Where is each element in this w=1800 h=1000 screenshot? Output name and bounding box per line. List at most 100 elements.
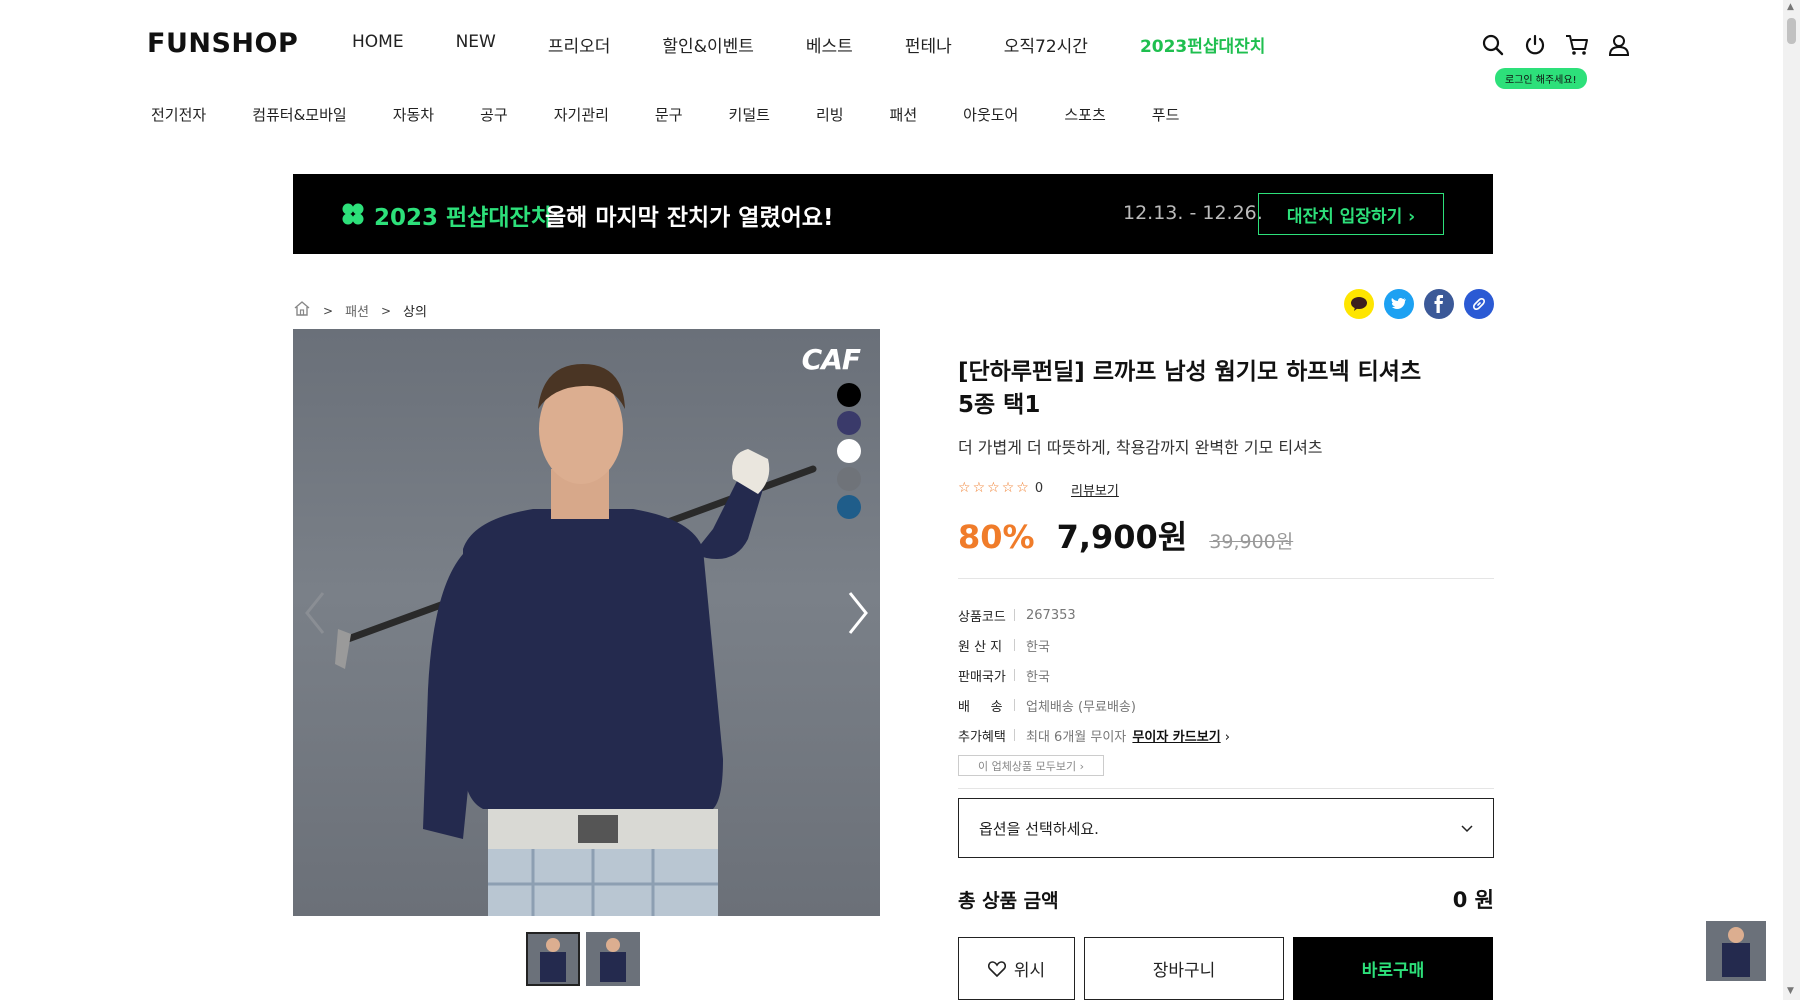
nav-new[interactable]: NEW [456,32,496,57]
discount-rate: 80% [958,518,1035,556]
nav-preorder[interactable]: 프리오더 [548,32,611,57]
divider [958,788,1494,789]
banner-title: 2023 펀샵대잔치 [374,205,552,231]
cat-living[interactable]: 리빙 [816,104,844,125]
installment-card-link[interactable]: 무이자 카드보기 [1132,730,1220,745]
star-icon: ☆ [987,480,1000,496]
power-icon[interactable] [1522,32,1548,58]
main-nav: HOME NEW 프리오더 할인&이벤트 베스트 펀테나 오직72시간 2023… [352,32,1265,57]
chevron-right-icon: › [1224,729,1230,745]
divider [1014,729,1015,741]
funshop-logo[interactable]: FUNSHOP [147,28,298,59]
option-placeholder: 옵션을 선택하세요. [979,819,1099,838]
info-key: 배 송 [958,699,1003,715]
original-price: 39,900원 [1209,531,1294,553]
banner-subtitle: 올해 마지막 잔치가 열렸어요! [545,205,834,231]
kakao-icon[interactable] [1344,289,1374,319]
share-buttons [1344,289,1494,319]
caf-brand-logo: CAF [801,343,861,376]
heart-icon [987,960,1006,977]
chevron-right-icon: > [323,303,334,318]
wish-button[interactable]: 위시 [958,937,1075,1000]
cart-icon[interactable] [1564,32,1590,58]
home-icon[interactable] [293,300,311,321]
rating-stars: ☆ ☆ ☆ ☆ ☆ 0 [958,480,1043,496]
facebook-icon[interactable] [1424,289,1454,319]
cat-selfcare[interactable]: 자기관리 [554,104,609,125]
cat-electronics[interactable]: 전기전자 [151,104,206,125]
clover-icon [342,203,364,225]
info-value: 267353 [1026,607,1076,623]
scrollbar-thumb[interactable] [1787,18,1796,44]
chevron-down-icon [1461,819,1473,837]
cat-stationery[interactable]: 문구 [655,104,683,125]
breadcrumb-top[interactable]: 상의 [403,301,427,320]
enter-festival-button[interactable]: 대잔치 입장하기 › [1258,193,1444,235]
info-row: 상품코드 267353 [958,600,1230,630]
swatch-black [837,383,861,407]
scroll-up-icon[interactable]: ▲ [1787,2,1794,12]
product-main-image[interactable]: CAF [293,329,880,916]
wish-label: 위시 [1013,961,1046,981]
info-row: 배 송 업체배송 (무료배송) [958,690,1230,720]
recent-viewed-thumbnail[interactable] [1706,921,1766,981]
twitter-icon[interactable] [1384,289,1414,319]
divider [1014,699,1015,711]
search-icon[interactable] [1480,32,1506,58]
prev-image-icon[interactable] [303,591,327,635]
info-key: 판매국가 [958,669,1006,685]
sale-price: 7,900원 [1056,518,1188,556]
thumbnail-1[interactable] [526,932,580,986]
info-value: 업체배송 (무료배송) [1026,699,1136,715]
utility-icons [1480,32,1632,58]
star-icon: ☆ [1016,480,1029,496]
festival-banner[interactable]: 2023 펀샵대잔치 올해 마지막 잔치가 열렸어요! 12.13. - 12.… [293,174,1493,254]
user-icon[interactable] [1606,32,1632,58]
info-row: 원 산 지 한국 [958,630,1230,660]
info-row: 추가혜택 최대 6개월 무이자 무이자 카드보기 › [958,720,1230,750]
nav-home[interactable]: HOME [352,32,404,57]
cat-car[interactable]: 자동차 [393,104,434,125]
cat-kidult[interactable]: 키덜트 [729,104,770,125]
divider [1014,639,1015,651]
add-to-cart-button[interactable]: 장바구니 [1084,937,1284,1000]
divider [1014,669,1015,681]
info-value: 한국 [1026,669,1050,685]
info-value: 최대 6개월 무이자 무이자 카드보기 › [1026,726,1230,745]
nav-funtenna[interactable]: 펀테나 [905,32,952,57]
cat-tools[interactable]: 공구 [480,104,508,125]
cat-outdoor[interactable]: 아웃도어 [963,104,1018,125]
login-badge[interactable]: 로그인 해주세요! [1495,68,1587,89]
divider [1014,609,1015,621]
info-key: 상품코드 [958,609,1006,625]
cat-fashion[interactable]: 패션 [890,104,918,125]
nav-only72[interactable]: 오직72시간 [1004,32,1088,57]
scroll-down-icon[interactable]: ▼ [1787,986,1794,996]
view-all-seller-products-button[interactable]: 이 업체상품 모두보기 › [958,755,1104,776]
total-amount: 0 원 [1452,888,1494,912]
star-icon: ☆ [972,480,986,496]
buy-now-button[interactable]: 바로구매 [1293,937,1493,1000]
next-image-icon[interactable] [846,591,870,635]
breadcrumb: > 패션 > 상의 [293,300,427,321]
nav-best[interactable]: 베스트 [806,32,853,57]
review-link[interactable]: 리뷰보기 [1071,480,1119,499]
product-title: [단하루펀딜] 르까프 남성 웜기모 하프넥 티셔츠 5종 택1 [958,359,1422,418]
cat-sports[interactable]: 스포츠 [1064,104,1105,125]
breadcrumb-fashion[interactable]: 패션 [345,301,369,320]
thumbnail-2[interactable] [586,932,640,986]
model-illustration [335,364,817,916]
nav-2023-festival[interactable]: 2023펀샵대잔치 [1140,32,1266,57]
nav-sale-event[interactable]: 할인&이벤트 [662,32,753,57]
product-info-table: 상품코드 267353 원 산 지 한국 판매국가 한국 배 송 업체배송 (무… [958,600,1230,750]
info-value: 한국 [1026,639,1050,655]
link-icon[interactable] [1464,289,1494,319]
installment-text: 최대 6개월 무이자 [1026,729,1127,745]
option-select[interactable]: 옵션을 선택하세요. [958,798,1494,858]
page-scrollbar[interactable]: ▲ ▼ [1783,0,1800,1000]
info-key: 원 산 지 [958,639,1003,655]
cat-computer-mobile[interactable]: 컴퓨터&모바일 [252,104,347,125]
info-key: 추가혜택 [958,729,1006,745]
cat-food[interactable]: 푸드 [1152,104,1180,125]
rating-count: 0 [1034,480,1044,496]
